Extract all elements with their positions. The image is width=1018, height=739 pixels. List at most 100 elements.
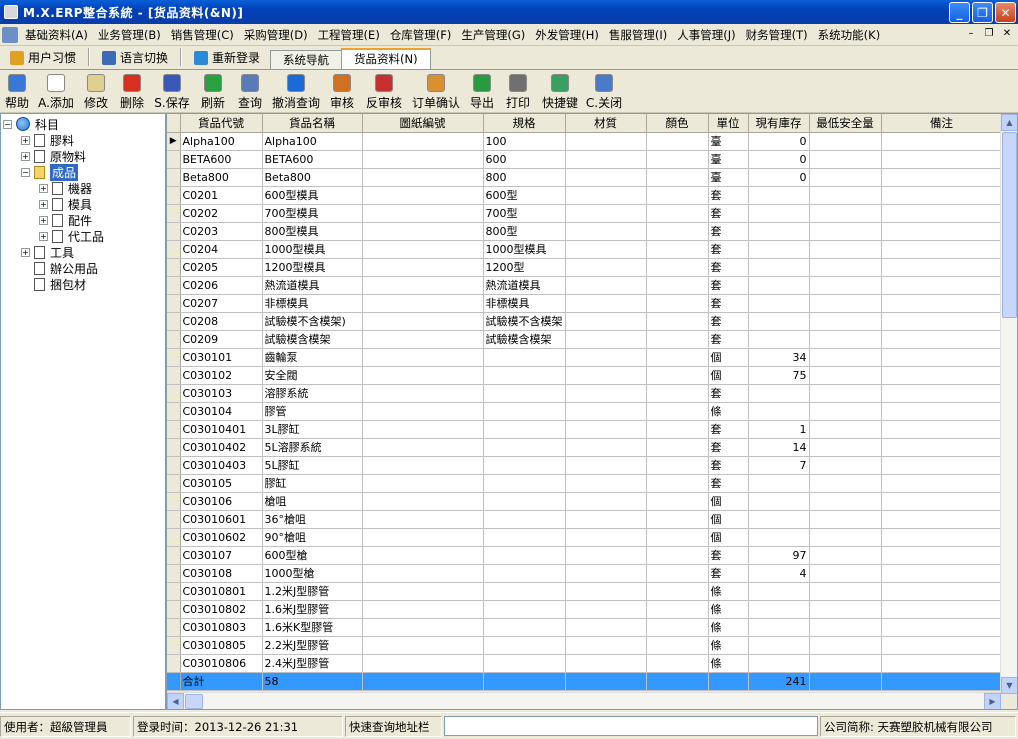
row-indicator[interactable]: [167, 240, 181, 259]
table-cell[interactable]: C03010806: [180, 654, 263, 673]
table-cell[interactable]: [809, 618, 882, 637]
table-cell[interactable]: 套: [708, 258, 749, 277]
table-cell[interactable]: [646, 474, 709, 493]
category-tree[interactable]: − 科目 + 膠料 + 原物料 − 成品 + 機器 + 模具 + 配件 + 代工品 + 工具 辦公用品 捆包材: [0, 113, 166, 710]
table-cell[interactable]: [881, 366, 1003, 385]
mdi-close-icon[interactable]: ✕: [1000, 28, 1014, 41]
table-cell[interactable]: [483, 456, 566, 475]
table-cell[interactable]: [809, 168, 882, 187]
table-cell[interactable]: C030107: [180, 546, 263, 565]
table-cell[interactable]: [362, 366, 484, 385]
table-cell[interactable]: [362, 564, 484, 583]
table-cell[interactable]: [646, 564, 709, 583]
table-cell[interactable]: [565, 528, 647, 547]
tree-item[interactable]: + 機器: [39, 180, 92, 196]
table-cell[interactable]: [646, 240, 709, 259]
collapse-icon[interactable]: −: [3, 119, 12, 129]
table-cell[interactable]: Alpha100: [180, 132, 263, 151]
table-cell[interactable]: [362, 276, 484, 295]
table-cell[interactable]: 800: [483, 168, 566, 187]
toolbar-edit-button[interactable]: 修改: [78, 71, 114, 111]
table-cell[interactable]: [881, 582, 1003, 601]
menu-item-2[interactable]: 销售管理(C): [166, 25, 239, 45]
row-indicator[interactable]: [167, 402, 181, 421]
table-cell[interactable]: [748, 294, 810, 313]
table-row[interactable]: C030104 膠管 條: [167, 402, 1003, 421]
toolbar-close-button[interactable]: C.关闭: [584, 71, 624, 111]
table-cell[interactable]: C03010805: [180, 636, 263, 655]
table-cell[interactable]: [881, 618, 1003, 637]
table-cell[interactable]: 膠缸: [262, 474, 363, 493]
mdi-minimize-icon[interactable]: –: [964, 28, 978, 41]
table-cell[interactable]: [748, 618, 810, 637]
table-cell[interactable]: [565, 438, 647, 457]
table-cell[interactable]: [881, 528, 1003, 547]
table-cell[interactable]: 個: [708, 510, 749, 529]
column-header[interactable]: 材質: [565, 114, 647, 133]
table-row[interactable]: C0202 700型模具 700型 套: [167, 204, 1003, 223]
table-cell[interactable]: 個: [708, 492, 749, 511]
table-cell[interactable]: 試驗模含模架: [483, 330, 566, 349]
table-cell[interactable]: [881, 600, 1003, 619]
table-row[interactable]: C03010601 36°槍咀 個: [167, 510, 1003, 529]
table-cell[interactable]: [362, 204, 484, 223]
row-indicator[interactable]: [167, 600, 181, 619]
table-cell[interactable]: [881, 330, 1003, 349]
table-cell[interactable]: [881, 456, 1003, 475]
table-cell[interactable]: C03010803: [180, 618, 263, 637]
menu-item-5[interactable]: 仓库管理(F): [385, 25, 457, 45]
table-cell[interactable]: [809, 528, 882, 547]
vertical-scroll-thumb[interactable]: [1002, 132, 1017, 318]
table-cell[interactable]: [565, 132, 647, 151]
mdi-restore-icon[interactable]: ❐: [982, 28, 996, 41]
row-indicator[interactable]: [167, 420, 181, 439]
table-cell[interactable]: [483, 654, 566, 673]
table-cell[interactable]: 套: [708, 420, 749, 439]
expand-icon[interactable]: +: [39, 231, 48, 241]
toolbar-help-button[interactable]: 帮助: [0, 71, 34, 111]
table-cell[interactable]: [646, 654, 709, 673]
table-cell[interactable]: 套: [708, 456, 749, 475]
quick-query-input[interactable]: [444, 716, 818, 736]
table-row[interactable]: C03010403 5L膠缸 套 7: [167, 456, 1003, 475]
toolbar-query-button[interactable]: 查询: [232, 71, 268, 111]
table-cell[interactable]: 條: [708, 600, 749, 619]
table-cell[interactable]: 套: [708, 294, 749, 313]
menu-item-4[interactable]: 工程管理(E): [313, 25, 385, 45]
table-cell[interactable]: 7: [748, 456, 810, 475]
table-cell[interactable]: 試驗模含模架: [262, 330, 363, 349]
table-cell[interactable]: 試驗模不含模架: [483, 312, 566, 331]
table-cell[interactable]: 溶膠系統: [262, 384, 363, 403]
table-cell[interactable]: [646, 402, 709, 421]
table-cell[interactable]: [483, 510, 566, 529]
goods-grid[interactable]: 貨品代號 貨品名稱 圖紙編號 規格 材質 顏色 單位 現有庫存 最低安全量 備注 ▶ Alpha10…: [166, 113, 1018, 710]
table-cell[interactable]: C030108: [180, 564, 263, 583]
row-indicator[interactable]: [167, 456, 181, 475]
table-cell[interactable]: [748, 528, 810, 547]
table-row[interactable]: C030101 齒輪泵 個 34: [167, 348, 1003, 367]
table-cell[interactable]: 齒輪泵: [262, 348, 363, 367]
table-cell[interactable]: [809, 366, 882, 385]
table-cell[interactable]: [646, 276, 709, 295]
table-cell[interactable]: [483, 600, 566, 619]
tree-root[interactable]: − 科目: [3, 116, 59, 132]
table-cell[interactable]: [483, 402, 566, 421]
table-cell[interactable]: [809, 132, 882, 151]
table-row[interactable]: C03010806 2.4米J型膠管 條: [167, 654, 1003, 673]
table-cell[interactable]: [881, 204, 1003, 223]
table-cell[interactable]: 套: [708, 186, 749, 205]
table-cell[interactable]: 熱流道模具: [483, 276, 566, 295]
table-row[interactable]: ▶ Alpha100 Alpha100 100 臺 0: [167, 132, 1003, 151]
table-cell[interactable]: 36°槍咀: [262, 510, 363, 529]
column-header[interactable]: 顏色: [646, 114, 709, 133]
tree-item[interactable]: − 成品: [21, 163, 79, 181]
row-indicator[interactable]: [167, 618, 181, 637]
table-cell[interactable]: [565, 600, 647, 619]
table-cell[interactable]: [748, 276, 810, 295]
scroll-left-icon[interactable]: ◀: [167, 693, 184, 709]
table-cell[interactable]: [483, 528, 566, 547]
column-header[interactable]: 貨品代號: [180, 114, 263, 133]
table-cell[interactable]: [809, 546, 882, 565]
table-cell[interactable]: [565, 492, 647, 511]
tree-item[interactable]: + 膠料: [21, 132, 74, 148]
